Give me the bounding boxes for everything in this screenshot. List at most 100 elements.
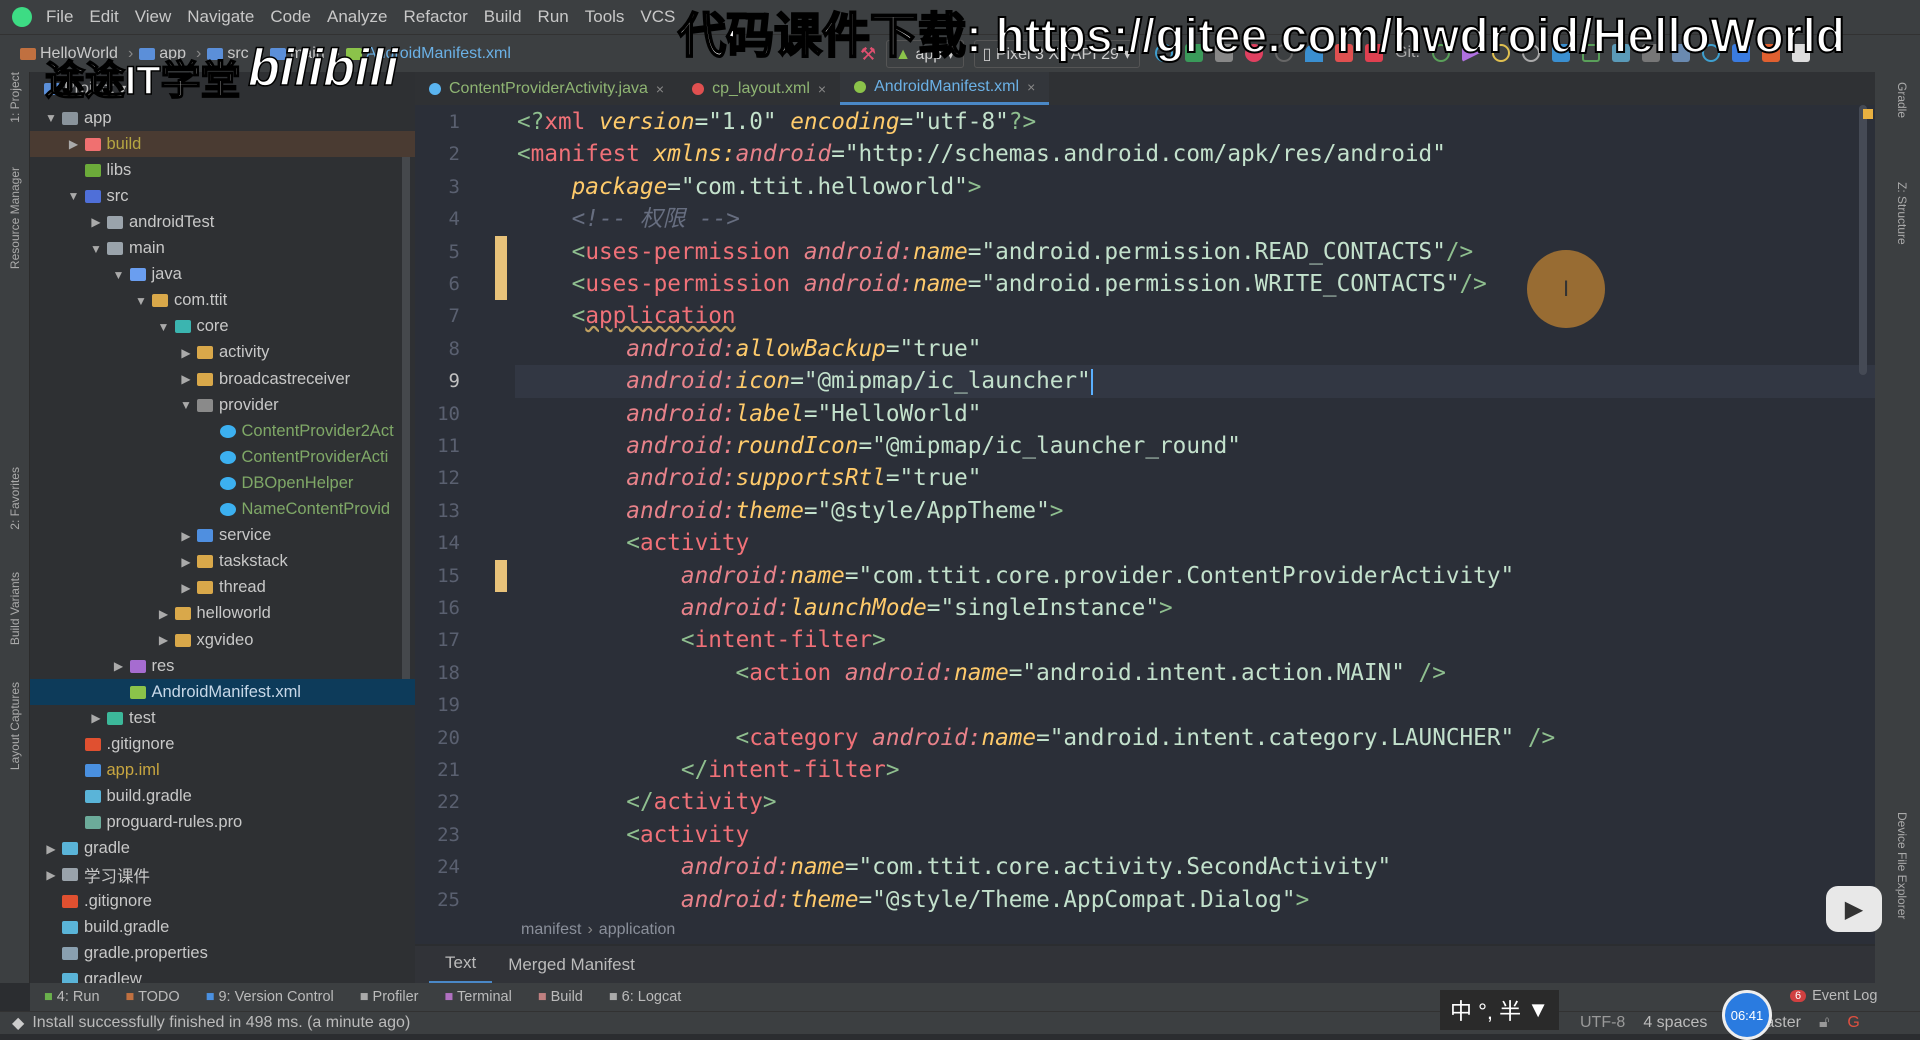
editor-tab-merged-manifest[interactable]: Merged Manifest <box>492 947 651 983</box>
menu-item-run[interactable]: Run <box>538 7 569 27</box>
close-tab-icon[interactable]: × <box>656 81 664 97</box>
code-line[interactable]: android:theme="@style/AppTheme"> <box>517 495 1063 527</box>
code-line[interactable]: <uses-permission android:name="android.p… <box>517 268 1487 300</box>
expand-arrow-icon[interactable]: ▶ <box>63 137 85 151</box>
file-tab[interactable]: cp_layout.xml × <box>678 72 840 105</box>
menu-item-navigate[interactable]: Navigate <box>187 7 254 27</box>
tree-item[interactable]: ▶ activity <box>30 340 415 366</box>
expand-arrow-icon[interactable]: ▶ <box>153 633 175 647</box>
collapse-arrow-icon[interactable]: ▼ <box>40 111 62 125</box>
code-line[interactable]: </intent-filter> <box>517 754 900 786</box>
encoding-indicator[interactable]: UTF-8 <box>1580 1014 1625 1032</box>
tree-item[interactable]: ▼ core <box>30 314 415 340</box>
tool-stripe-favorites[interactable]: 2: Favorites <box>8 467 22 530</box>
tool-window-logcat[interactable]: ■ 6: Logcat <box>609 989 681 1005</box>
analysis-status-icon[interactable] <box>1863 109 1873 119</box>
tree-item[interactable]: ▶ taskstack <box>30 549 415 575</box>
code-line[interactable]: </activity> <box>517 786 776 818</box>
tool-stripe-project[interactable]: 1: Project <box>8 72 22 123</box>
expand-arrow-icon[interactable]: ▶ <box>108 659 130 673</box>
ime-indicator[interactable]: 中 °, 半 ▼ <box>1440 990 1560 1030</box>
code-line[interactable]: <action android:name="android.intent.act… <box>517 657 1446 689</box>
tree-item[interactable]: .gitignore <box>30 888 415 914</box>
code-line[interactable]: android:name="com.ttit.core.activity.Sec… <box>517 851 1391 883</box>
expand-arrow-icon[interactable]: ▶ <box>153 607 175 621</box>
expand-arrow-icon[interactable]: ▶ <box>40 842 62 856</box>
editor-breadcrumb-item[interactable]: manifest <box>521 921 581 939</box>
tree-item[interactable]: ContentProvider2Act <box>30 418 415 444</box>
code-line[interactable]: package="com.ttit.helloworld"> <box>517 171 982 203</box>
tree-item[interactable]: ▶ androidTest <box>30 209 415 235</box>
tool-window-versioncontrol[interactable]: ■ 9: Version Control <box>206 989 334 1005</box>
tool-stripe-layoutcaptures[interactable]: Layout Captures <box>8 682 22 770</box>
lock-icon[interactable]: 🔓︎ <box>1819 1014 1829 1032</box>
tree-item[interactable]: ▼ java <box>30 262 415 288</box>
menu-item-view[interactable]: View <box>135 7 172 27</box>
close-tab-icon[interactable]: × <box>1027 79 1035 95</box>
tree-item[interactable]: app.iml <box>30 758 415 784</box>
tree-item[interactable]: ▶ test <box>30 705 415 731</box>
tree-item[interactable]: libs <box>30 157 415 183</box>
tree-item[interactable]: ▶ service <box>30 523 415 549</box>
tree-item[interactable]: ▼ main <box>30 236 415 262</box>
tool-stripe-buildvariants[interactable]: Build Variants <box>8 572 22 645</box>
code-line[interactable]: android:name="com.ttit.core.provider.Con… <box>517 560 1514 592</box>
expand-arrow-icon[interactable]: ▶ <box>85 215 107 229</box>
file-tab[interactable]: AndroidManifest.xml × <box>840 72 1050 105</box>
tool-window-build[interactable]: ■ Build <box>538 989 583 1005</box>
menu-item-refactor[interactable]: Refactor <box>403 7 467 27</box>
tree-item[interactable]: gradle.properties <box>30 940 415 966</box>
code-line[interactable]: <intent-filter> <box>517 624 886 656</box>
tree-item[interactable]: ▶ res <box>30 653 415 679</box>
code-line[interactable]: <application <box>517 300 736 332</box>
status-message[interactable]: Install successfully finished in 498 ms.… <box>32 1014 410 1032</box>
menu-item-edit[interactable]: Edit <box>89 7 118 27</box>
tree-item[interactable]: ▶ gradle <box>30 836 415 862</box>
tree-item[interactable]: NameContentProvid <box>30 497 415 523</box>
tool-window-terminal[interactable]: ■ Terminal <box>444 989 511 1005</box>
tree-item[interactable]: .gitignore <box>30 731 415 757</box>
tree-item[interactable]: ▶ build <box>30 131 415 158</box>
tree-item[interactable]: ▼ provider <box>30 392 415 418</box>
collapse-arrow-icon[interactable]: ▼ <box>153 320 175 334</box>
collapse-arrow-icon[interactable]: ▼ <box>130 294 152 308</box>
expand-arrow-icon[interactable]: ▶ <box>175 529 197 543</box>
code-line[interactable]: android:supportsRtl="true" <box>517 462 981 494</box>
editor-breadcrumb-item[interactable]: application <box>599 921 676 939</box>
tool-window-run[interactable]: ■ 4: Run <box>44 989 100 1005</box>
tree-item[interactable]: ContentProviderActi <box>30 444 415 470</box>
tree-item[interactable]: build.gradle <box>30 914 415 940</box>
video-play-button[interactable]: ▶ <box>1826 886 1882 932</box>
tree-item[interactable]: ▶ broadcastreceiver <box>30 366 415 392</box>
expand-arrow-icon[interactable]: ▶ <box>40 868 62 882</box>
code-editor[interactable]: 1 2 3 4 5 6 7 8 9 10 11 12 13 14 15 16 17 18 19 20 21 22 23 24 2… <box>415 105 1875 943</box>
expand-arrow-icon[interactable]: ▶ <box>175 555 197 569</box>
tree-item[interactable]: ▼ src <box>30 183 415 209</box>
editor-tab-text[interactable]: Text <box>429 945 493 984</box>
tree-item[interactable]: AndroidManifest.xml <box>30 679 415 706</box>
menu-item-build[interactable]: Build <box>484 7 522 27</box>
menu-item-analyze[interactable]: Analyze <box>327 7 387 27</box>
tool-window-profiler[interactable]: ■ Profiler <box>360 989 419 1005</box>
code-line[interactable]: android:launchMode="singleInstance"> <box>517 592 1173 624</box>
code-line[interactable]: <activity <box>517 527 749 559</box>
tool-stripe-devicefileexplorer[interactable]: Device File Explorer <box>1895 812 1909 919</box>
tool-stripe-zstructure[interactable]: Z: Structure <box>1895 182 1909 245</box>
menu-item-code[interactable]: Code <box>270 7 311 27</box>
tool-window-todo[interactable]: ■ TODO <box>126 989 180 1005</box>
expand-arrow-icon[interactable]: ▶ <box>175 581 197 595</box>
code-line[interactable]: <uses-permission android:name="android.p… <box>517 236 1474 268</box>
editor-scrollbar[interactable] <box>1859 105 1867 375</box>
code-line[interactable]: <category android:name="android.intent.c… <box>517 722 1556 754</box>
tool-stripe-resourcemanager[interactable]: Resource Manager <box>8 167 22 269</box>
code-line[interactable]: <activity <box>517 819 749 851</box>
code-line[interactable]: android:allowBackup="true" <box>517 333 981 365</box>
expand-arrow-icon[interactable]: ▶ <box>85 711 107 725</box>
close-tab-icon[interactable]: × <box>818 81 826 97</box>
tool-stripe-gradle[interactable]: Gradle <box>1895 82 1909 118</box>
indent-indicator[interactable]: 4 spaces <box>1643 1014 1707 1032</box>
code-line[interactable]: android:label="HelloWorld" <box>517 398 981 430</box>
file-tab[interactable]: ContentProviderActivity.java × <box>415 72 678 105</box>
code-line[interactable]: android:theme="@style/Theme.AppCompat.Di… <box>517 884 1309 916</box>
code-line[interactable]: android:roundIcon="@mipmap/ic_launcher_r… <box>517 430 1241 462</box>
